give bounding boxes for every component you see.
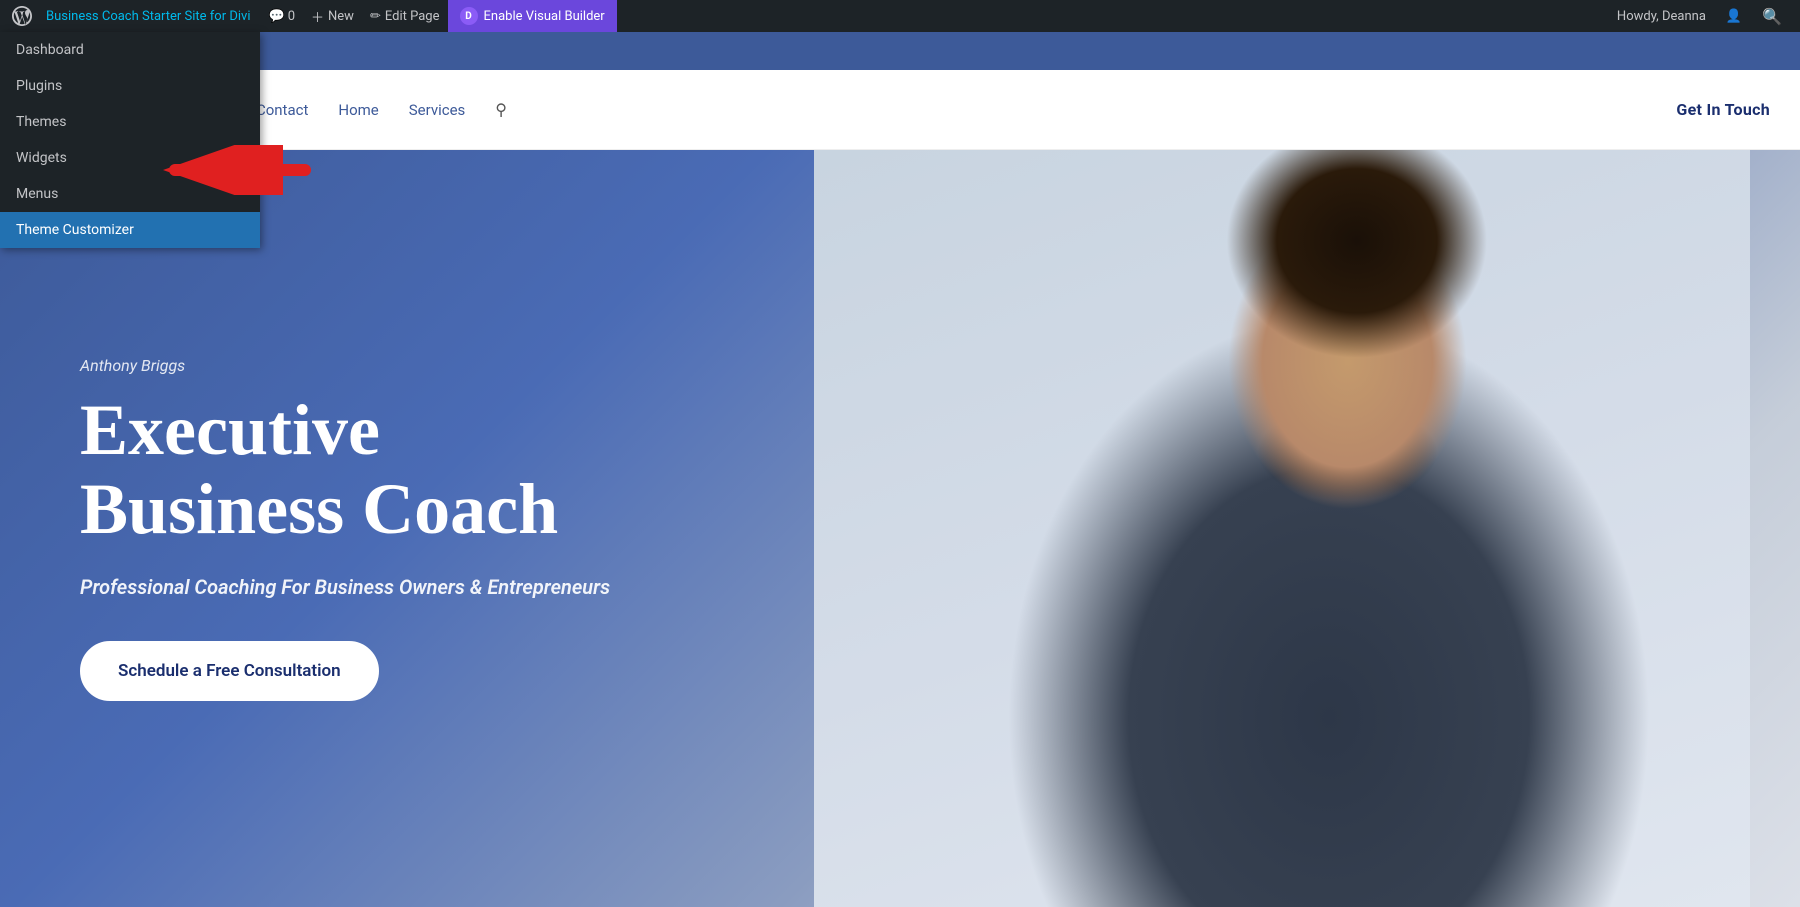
dropdown-item-menus[interactable]: Menus: [0, 176, 260, 212]
site-name[interactable]: Business Coach Starter Site for Divi: [36, 9, 261, 24]
hero-title: Executive Business Coach: [80, 391, 620, 549]
site-nav: About Blog Contact Home Services ⚲: [126, 100, 1676, 119]
hero-cta-button[interactable]: Schedule a Free Consultation: [80, 641, 379, 701]
nav-link-contact[interactable]: Contact: [256, 101, 308, 119]
wp-logo[interactable]: [8, 0, 36, 32]
hero-person-image: [814, 150, 1750, 907]
site-header: D About Blog Contact Home Services ⚲ Get…: [0, 70, 1800, 150]
nav-search-icon[interactable]: ⚲: [495, 100, 507, 119]
search-icon-admin[interactable]: 🔍: [1752, 7, 1792, 26]
dropdown-item-themes[interactable]: Themes: [0, 104, 260, 140]
plus-icon: ＋: [311, 7, 324, 26]
admin-bar: Business Coach Starter Site for Divi 💬 0…: [0, 0, 1800, 32]
user-avatar-admin[interactable]: 👤: [1716, 0, 1752, 32]
dropdown-item-theme-customizer[interactable]: Theme Customizer: [0, 212, 260, 248]
comment-icon: 💬: [269, 9, 285, 24]
comments-button[interactable]: 💬 0: [261, 9, 304, 24]
edit-page-button[interactable]: ✏ Edit Page: [362, 9, 448, 24]
pencil-icon: ✏: [370, 9, 381, 24]
dropdown-item-widgets[interactable]: Widgets: [0, 140, 260, 176]
dropdown-item-plugins[interactable]: Plugins: [0, 68, 260, 104]
nav-cta-button[interactable]: Get In Touch: [1676, 100, 1770, 119]
hero-section: Anthony Briggs Executive Business Coach …: [0, 150, 1800, 907]
hero-subtitle: Professional Coaching For Business Owner…: [80, 573, 620, 601]
nav-link-home[interactable]: Home: [338, 101, 378, 119]
dropdown-item-dashboard[interactable]: Dashboard: [0, 32, 260, 68]
top-bar: hello@divibusiness.com: [0, 32, 1800, 70]
hero-content: Anthony Briggs Executive Business Coach …: [0, 356, 700, 701]
appearance-dropdown: Dashboard Plugins Themes Widgets Menus T…: [0, 32, 260, 248]
visual-builder-button[interactable]: D Enable Visual Builder: [448, 0, 617, 32]
nav-link-services[interactable]: Services: [409, 101, 466, 119]
howdy-text: Howdy, Deanna: [1607, 9, 1716, 24]
new-button[interactable]: ＋ New: [303, 7, 362, 26]
hero-author: Anthony Briggs: [80, 356, 620, 375]
admin-bar-right: Howdy, Deanna 👤 🔍: [1607, 0, 1792, 32]
visual-builder-avatar: D: [460, 7, 478, 25]
